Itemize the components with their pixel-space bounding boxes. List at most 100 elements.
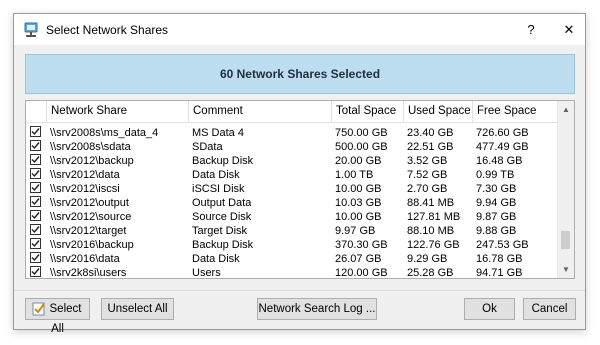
cell-network-share: \\srv2012\output: [50, 197, 129, 209]
cell-comment: iSCSI Disk: [192, 183, 245, 195]
row-checkbox[interactable]: [30, 196, 41, 207]
cell-used-space: 22.51 GB: [407, 141, 454, 153]
table-row[interactable]: \\srv2012\iscsi iSCSI Disk 10.00 GB 2.70 GB…: [26, 182, 558, 196]
column-header-network-share[interactable]: Network Share: [46, 101, 188, 122]
checkmark-icon: [31, 128, 40, 136]
table-row[interactable]: \\srv2008s\ms_data_4 MS Data 4 750.00 GB 23…: [26, 126, 558, 140]
cell-free-space: 7.30 GB: [476, 183, 517, 195]
checkmark-icon: [31, 240, 40, 248]
cell-comment: Target Disk: [192, 225, 248, 237]
cell-total-space: 750.00 GB: [335, 127, 388, 139]
cancel-button[interactable]: Cancel: [523, 298, 576, 320]
checkmark-icon: [31, 254, 40, 262]
cell-network-share: \\srv2012\backup: [50, 155, 134, 167]
cell-network-share: \\srv2012\data: [50, 169, 120, 181]
column-header-free-space[interactable]: Free Space: [472, 101, 558, 122]
row-checkbox[interactable]: [30, 140, 41, 151]
cell-comment: SData: [192, 141, 223, 153]
cell-used-space: 3.52 GB: [407, 155, 448, 167]
cell-comment: MS Data 4: [192, 127, 244, 139]
checkmark-icon: [31, 198, 40, 206]
column-header-total-space[interactable]: Total Space: [331, 101, 403, 122]
row-checkbox[interactable]: [30, 126, 41, 137]
cell-network-share: \\srv2008s\sdata: [50, 141, 131, 153]
cell-comment: Users: [192, 267, 221, 279]
cell-network-share: \\srv2012\source: [50, 211, 132, 223]
cell-total-space: 1.00 TB: [335, 169, 374, 181]
table-row[interactable]: \\srv2008s\sdata SData 500.00 GB 22.51 GB 47…: [26, 140, 558, 154]
row-checkbox[interactable]: [30, 238, 41, 249]
cell-total-space: 9.97 GB: [335, 225, 376, 237]
table-row[interactable]: \\srv2012\source Source Disk 10.00 GB 127.8…: [26, 210, 558, 224]
checkmark-icon: [31, 142, 40, 150]
cell-total-space: 20.00 GB: [335, 155, 382, 167]
table-row[interactable]: \\srv2012\output Output Data 10.03 GB 88.41…: [26, 196, 558, 210]
scroll-down-arrow-icon[interactable]: ▼: [558, 261, 574, 278]
list-header: Network Share Comment Total Space Used S…: [26, 101, 558, 123]
table-row[interactable]: \\srv2016\backup Backup Disk 370.30 GB 122.…: [26, 238, 558, 252]
table-row[interactable]: \\srv2k8si\users Users 120.00 GB 25.28 GB 94…: [26, 266, 558, 279]
cell-total-space: 10.00 GB: [335, 183, 382, 195]
cell-comment: Backup Disk: [192, 155, 254, 167]
cell-used-space: 88.41 MB: [407, 197, 455, 209]
cell-comment: Backup Disk: [192, 239, 254, 251]
table-row[interactable]: \\srv2012\target Target Disk 9.97 GB 88.10 …: [26, 224, 558, 238]
cell-network-share: \\srv2016\data: [50, 253, 120, 265]
cell-free-space: 9.94 GB: [476, 197, 517, 209]
unselect-all-button[interactable]: Unselect All: [101, 298, 174, 320]
network-share-app-icon: [24, 22, 38, 37]
row-checkbox[interactable]: [30, 154, 41, 165]
cell-free-space: 16.48 GB: [476, 155, 523, 167]
checkmark-icon: [31, 156, 40, 164]
window-title: Select Network Shares: [46, 23, 169, 37]
network-search-log-button[interactable]: Network Search Log ...: [257, 298, 377, 320]
column-header-comment[interactable]: Comment: [188, 101, 331, 122]
scrollbar-thumb[interactable]: [561, 231, 570, 249]
title-bar: Select Network Shares ? ✕: [14, 14, 585, 45]
cell-network-share: \\srv2012\target: [50, 225, 127, 237]
cell-used-space: 88.10 MB: [407, 225, 455, 237]
cell-network-share: \\srv2012\iscsi: [50, 183, 120, 195]
scroll-up-arrow-icon[interactable]: ▲: [558, 101, 574, 118]
row-checkbox[interactable]: [30, 182, 41, 193]
vertical-scrollbar[interactable]: ▲ ▼: [557, 101, 574, 278]
close-button[interactable]: ✕: [559, 20, 579, 40]
help-button[interactable]: ?: [521, 20, 541, 40]
cell-free-space: 94.71 GB: [476, 267, 523, 279]
cell-free-space: 726.60 GB: [476, 127, 529, 139]
cell-used-space: 127.81 MB: [407, 211, 461, 223]
checkmark-icon: [31, 212, 40, 220]
row-checkbox[interactable]: [30, 210, 41, 221]
cell-total-space: 10.03 GB: [335, 197, 382, 209]
table-row[interactable]: \\srv2012\data Data Disk 1.00 TB 7.52 GB 0.9…: [26, 168, 558, 182]
selection-summary-banner: 60 Network Shares Selected: [25, 54, 575, 94]
cell-free-space: 477.49 GB: [476, 141, 529, 153]
cell-used-space: 2.70 GB: [407, 183, 448, 195]
cell-free-space: 9.88 GB: [476, 225, 517, 237]
ok-button[interactable]: Ok: [464, 298, 515, 320]
select-all-button[interactable]: Select All: [25, 298, 90, 335]
row-checkbox[interactable]: [30, 224, 41, 235]
cell-free-space: 247.53 GB: [476, 239, 529, 251]
table-row[interactable]: \\srv2012\backup Backup Disk 20.00 GB 3.52 …: [26, 154, 558, 168]
table-row[interactable]: \\srv2016\data Data Disk 26.07 GB 9.29 GB 16…: [26, 252, 558, 266]
cell-comment: Output Data: [192, 197, 252, 209]
checkmark-icon: [31, 268, 40, 276]
cell-comment: Data Disk: [192, 169, 240, 181]
cell-network-share: \\srv2008s\ms_data_4: [50, 127, 159, 139]
cell-total-space: 26.07 GB: [335, 253, 382, 265]
checkmark-icon: [31, 170, 40, 178]
select-network-shares-dialog: Select Network Shares ? ✕ 60 Network Sha…: [13, 13, 586, 335]
row-checkbox[interactable]: [30, 266, 41, 277]
cell-total-space: 120.00 GB: [335, 267, 388, 279]
cell-free-space: 16.78 GB: [476, 253, 523, 265]
network-shares-list[interactable]: Network Share Comment Total Space Used S…: [25, 100, 575, 279]
cell-used-space: 23.40 GB: [407, 127, 454, 139]
column-header-used-space[interactable]: Used Space: [403, 101, 472, 122]
cell-free-space: 0.99 TB: [476, 169, 515, 181]
row-checkbox[interactable]: [30, 168, 41, 179]
cell-used-space: 7.52 GB: [407, 169, 448, 181]
cell-total-space: 10.00 GB: [335, 211, 382, 223]
checkbox-column-header[interactable]: [26, 101, 46, 122]
row-checkbox[interactable]: [30, 252, 41, 263]
